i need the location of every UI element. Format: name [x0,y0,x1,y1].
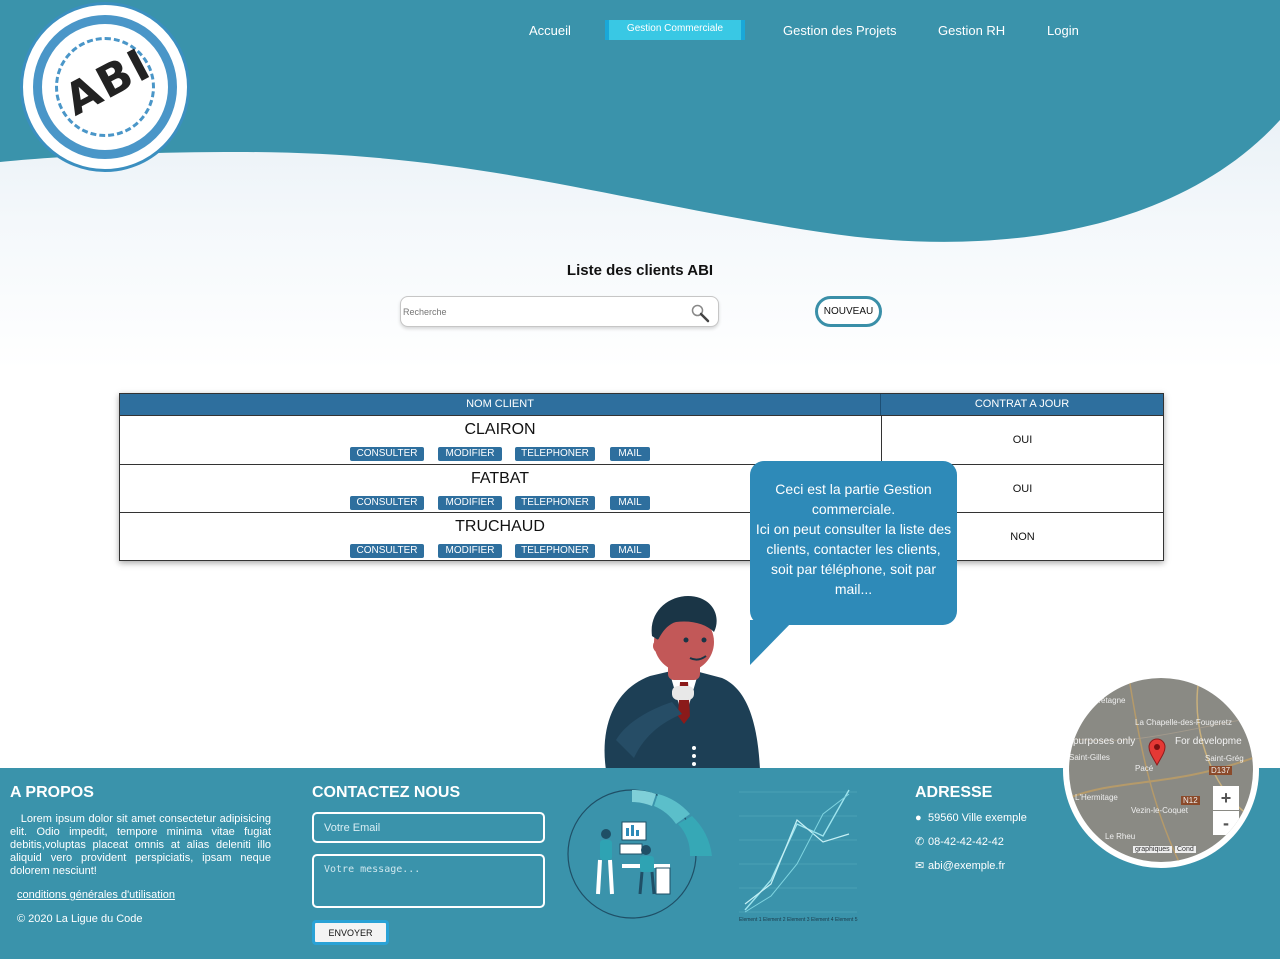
nav-login[interactable]: Login [1047,23,1079,38]
address-line: ● 59560 Ville exemple [915,812,1027,824]
consulter-button[interactable]: CONSULTER [350,544,424,558]
chart-label: Element 2 [763,917,786,923]
map-label: graphiques [1133,846,1172,853]
map[interactable]: Bretagne La Chapelle-des-Fougeretz purpo… [1069,678,1253,862]
map-label: La Chapelle-des-Fougeretz [1135,718,1232,727]
consulter-button[interactable]: CONSULTER [350,447,424,461]
search-icon[interactable] [690,303,710,323]
column-header-contract: CONTRAT A JOUR [974,398,1070,410]
consulter-button[interactable]: CONSULTER [350,496,424,510]
businessman-illustration [604,595,760,770]
telephoner-button[interactable]: TELEPHONER [515,496,595,510]
table-row: FATBAT CONSULTER MODIFIER TELEPHONER MAI… [120,464,1163,513]
map-label: N12 [1181,796,1200,805]
search-box[interactable] [400,296,719,327]
phone-line: ✆ 08-42-42-42-42 [915,836,1004,848]
map-label: For developme [1175,736,1242,747]
telephoner-button[interactable]: TELEPHONER [515,447,595,461]
email-line: ✉ abi@exemple.fr [915,860,1006,872]
phone-icon: ✆ [915,836,925,848]
mini-line-chart: Element 1 Element 2 Element 3 Element 4 … [739,789,858,923]
map-label: Vezin-le-Coquet [1131,806,1188,815]
map-label: Cond [1175,846,1196,853]
bubble-line: Ici on peut consulter la liste des [755,521,952,537]
about-text: Lorem ipsum dolor sit amet consectetur a… [10,813,271,877]
map-label: purposes only [1073,736,1136,747]
search-input[interactable] [403,301,683,323]
nav-gestion-rh[interactable]: Gestion RH [938,23,1005,38]
table-header: NOM CLIENT CONTRAT A JOUR [120,394,1163,415]
mail-button[interactable]: MAIL [610,447,650,461]
map-pin-icon: ● [915,812,922,824]
send-button[interactable]: ENVOYER [312,920,389,945]
analytics-illustration [567,789,712,919]
map-label: L'Hermitage [1075,793,1118,802]
new-client-button[interactable]: NOUVEAU [815,296,882,327]
page-title: Liste des clients ABI [566,262,714,279]
column-header-name: NOM CLIENT [466,398,534,410]
telephoner-button[interactable]: TELEPHONER [515,544,595,558]
modifier-button[interactable]: MODIFIER [438,496,502,510]
bubble-tail [750,620,794,665]
nav-gestion-commerciale[interactable]: Gestion Commerciale [605,20,745,40]
main-nav: Accueil Gestion Commerciale Gestion des … [0,20,1280,42]
map-label: Saint-Gilles [1069,753,1110,762]
address-title: ADRESSE [915,784,993,801]
message-field[interactable] [312,854,545,908]
contract-status: OUI [881,416,1163,464]
clients-table: NOM CLIENT CONTRAT A JOUR CLAIRON CONSUL… [119,393,1164,561]
email-field[interactable] [312,812,545,843]
zoom-in-button[interactable]: + [1213,786,1239,810]
modifier-button[interactable]: MODIFIER [438,447,502,461]
copyright: © 2020 La Ligue du Code [17,913,143,925]
chart-label: Element 5 [835,917,858,923]
mail-button[interactable]: MAIL [610,544,650,558]
nav-accueil[interactable]: Accueil [529,23,571,38]
bubble-line: commerciale. [811,501,896,517]
bubble-line: Ceci est la partie Gestion [775,481,932,497]
modifier-button[interactable]: MODIFIER [438,544,502,558]
contact-title: CONTACTEZ NOUS [312,784,461,801]
about-title: A PROPOS [10,784,94,801]
map-label: Saint-Grég [1205,754,1244,763]
nav-gestion-projets[interactable]: Gestion des Projets [783,23,896,38]
client-name: CLAIRON [464,421,536,438]
chart-label: Element 3 [787,917,810,923]
map-label: Le Rheu [1105,832,1136,841]
map-marker-icon[interactable] [1148,738,1166,766]
envelope-icon: ✉ [915,860,925,872]
chart-label: Element 4 [811,917,834,923]
bubble-line: clients, contacter les clients, [766,541,941,557]
table-row: CLAIRON CONSULTER MODIFIER TELEPHONER MA… [120,415,1163,464]
bubble-line: mail... [834,581,873,597]
chart-label: Element 1 [739,917,762,923]
cgu-link[interactable]: conditions générales d'utilisation [17,889,175,901]
info-bubble: Ceci est la partie Gestion commerciale. … [750,461,957,625]
table-row: TRUCHAUD CONSULTER MODIFIER TELEPHONER M… [120,512,1163,561]
map-label: D137 [1209,766,1233,775]
map-frame: Bretagne La Chapelle-des-Fougeretz purpo… [1063,672,1259,868]
zoom-out-button[interactable]: - [1213,811,1239,835]
map-label: Bretagne [1093,696,1126,705]
mail-button[interactable]: MAIL [610,496,650,510]
bubble-line: soit par téléphone, soit par [771,561,936,577]
